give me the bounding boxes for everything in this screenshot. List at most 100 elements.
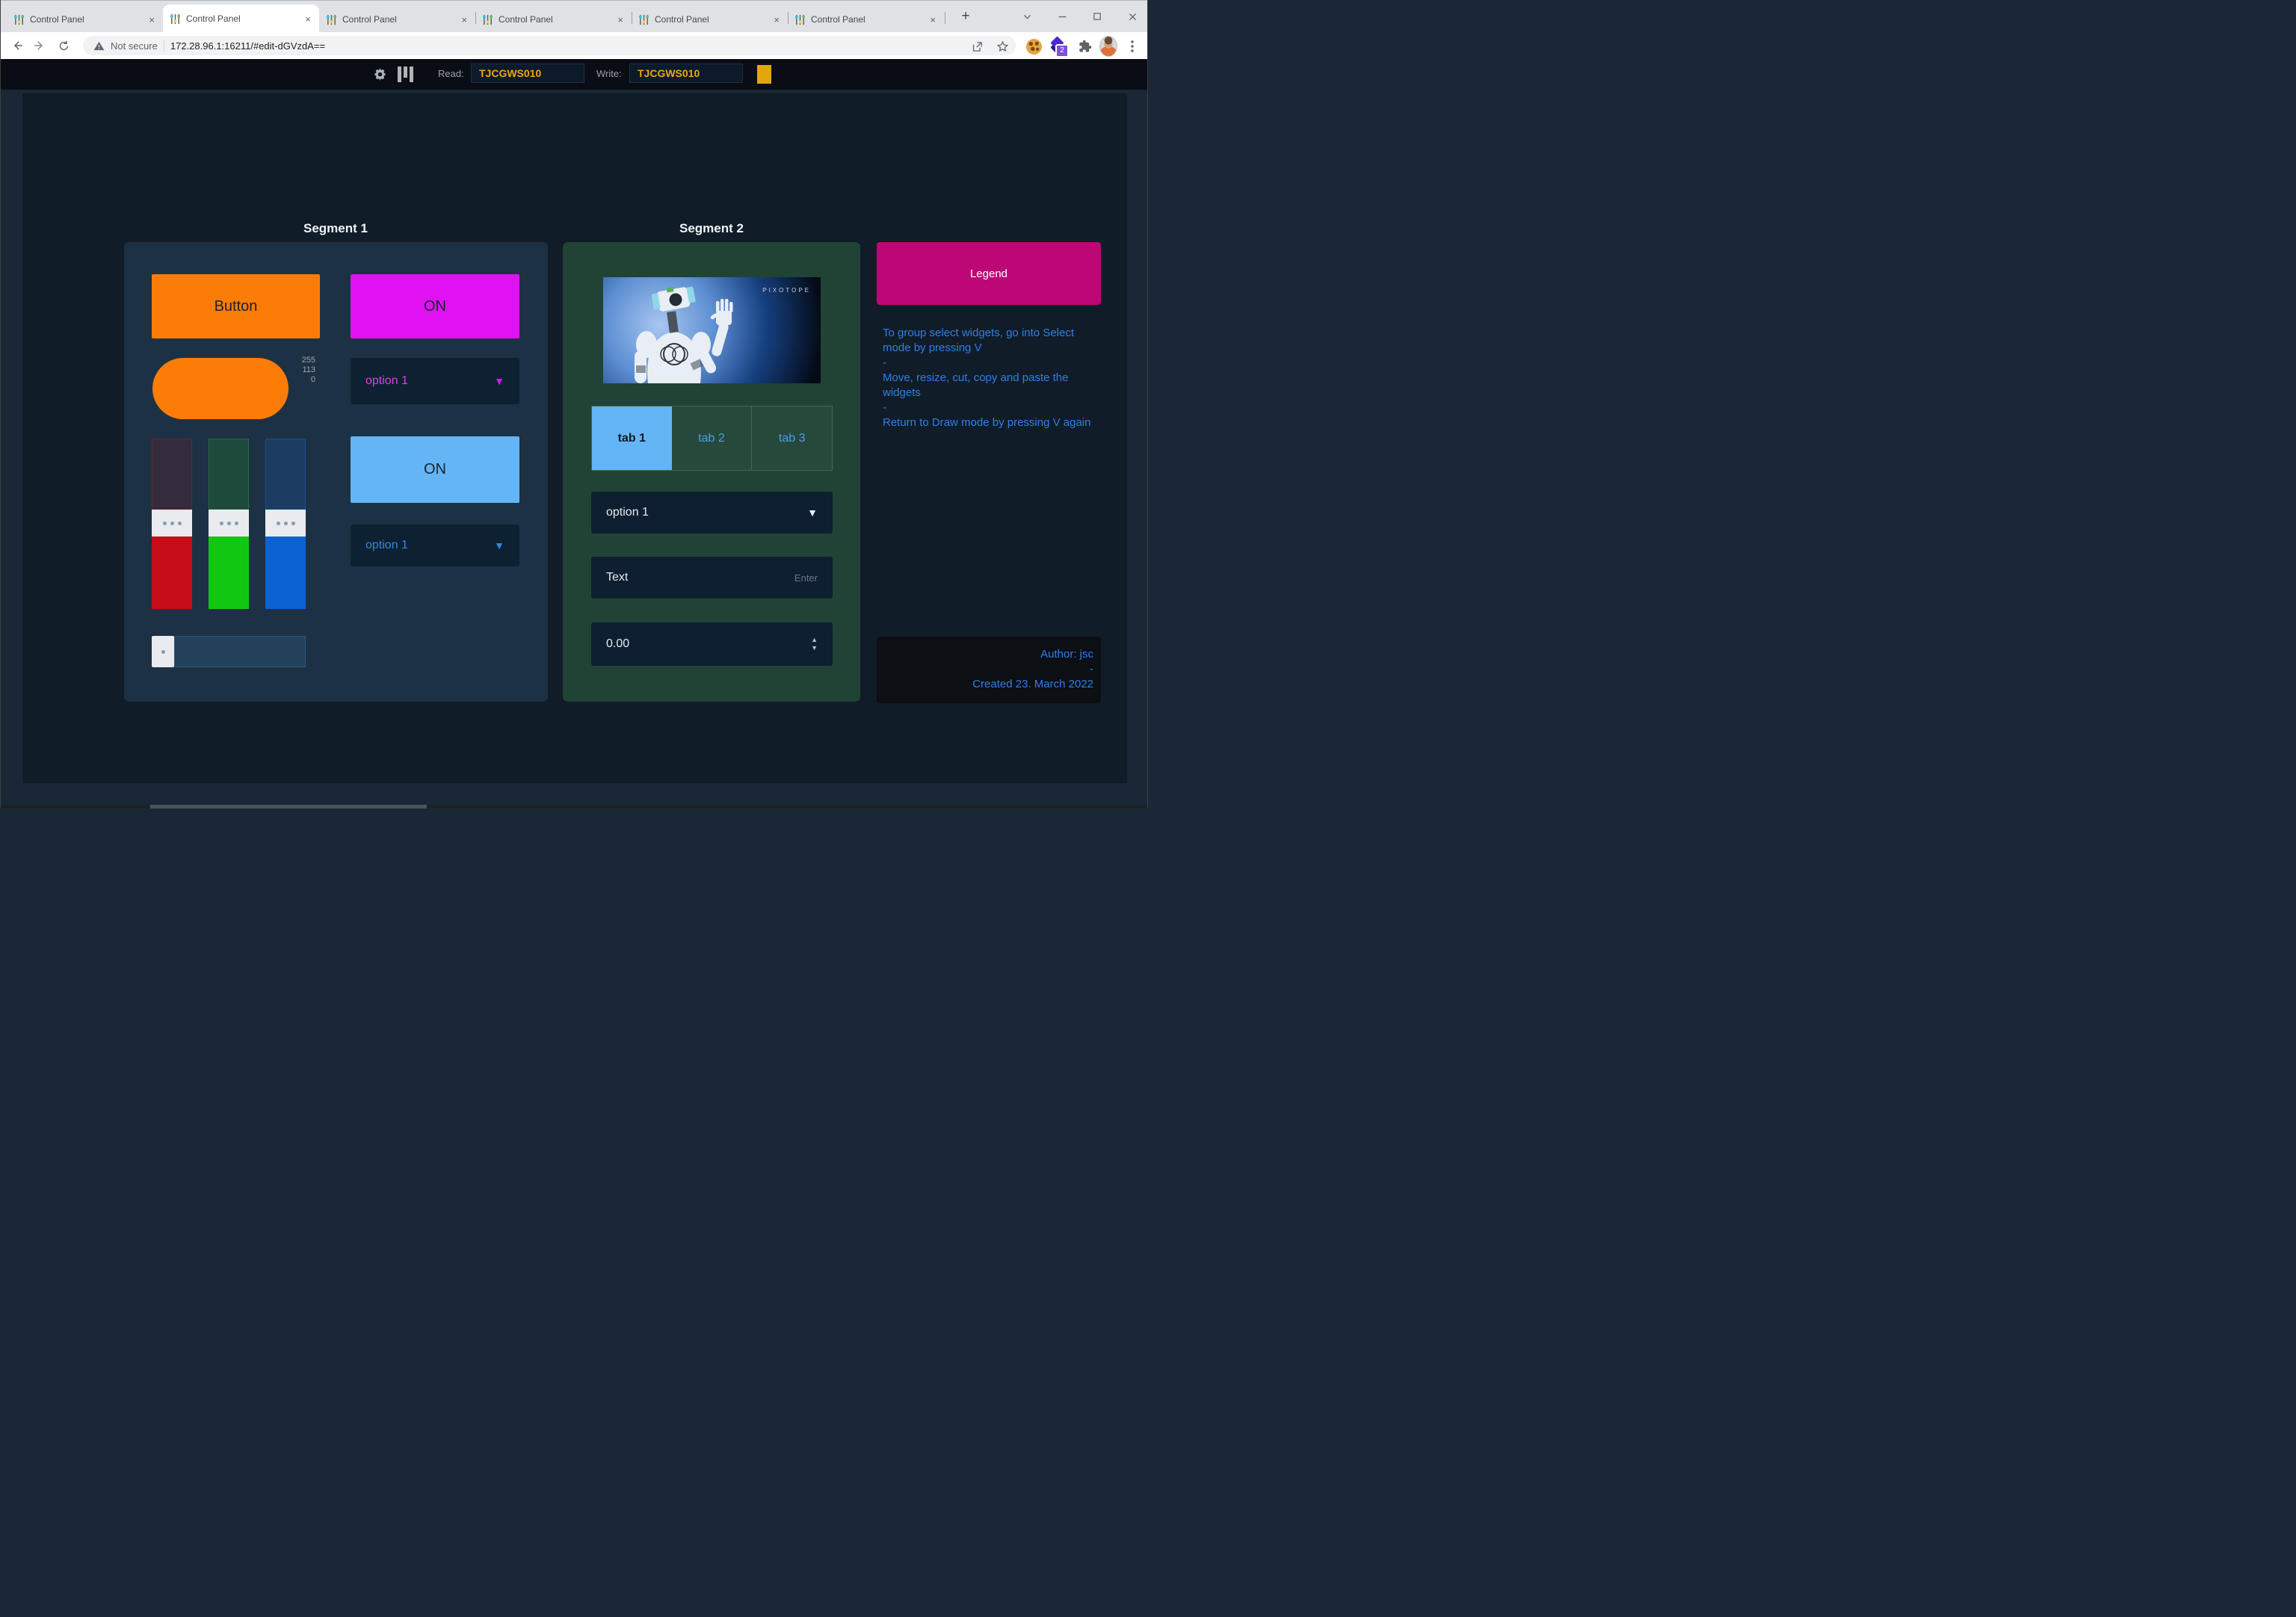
- rgb-b-value: 0: [290, 375, 315, 385]
- tab-title: Control Panel: [499, 14, 611, 25]
- tab-3[interactable]: tab 3: [752, 406, 832, 470]
- push-button[interactable]: Button: [152, 274, 320, 338]
- read-input[interactable]: [471, 64, 584, 83]
- tab-title: Control Panel: [342, 14, 454, 25]
- dropdown-white[interactable]: option 1 ▼: [591, 492, 833, 534]
- legend-line: Return to Draw mode by pressing V again: [883, 415, 1101, 430]
- tab-group: tab 1 tab 2 tab 3: [591, 406, 833, 471]
- dropdown-magenta[interactable]: option 1 ▼: [351, 358, 519, 404]
- enter-hint: Enter: [794, 572, 818, 584]
- back-icon[interactable]: [10, 38, 25, 53]
- browser-tab[interactable]: Control Panel ×: [788, 7, 944, 31]
- read-label: Read:: [438, 68, 464, 79]
- legend-line: Move, resize, cut, copy and paste the wi…: [883, 371, 1101, 401]
- slider-handle[interactable]: [265, 510, 306, 537]
- profile-avatar[interactable]: [1099, 37, 1117, 55]
- tab-title: Control Panel: [655, 14, 767, 25]
- browser-tab-active[interactable]: Control Panel ×: [163, 4, 319, 33]
- legend-line: -: [883, 356, 1101, 371]
- extension-badge: 2: [1055, 44, 1069, 58]
- horizontal-scrollbar[interactable]: [1, 805, 1147, 808]
- author-line: -: [877, 662, 1093, 677]
- tab-close-icon[interactable]: ×: [147, 14, 156, 25]
- text-input-value: Text: [606, 571, 628, 584]
- browser-menu-icon[interactable]: [1123, 37, 1141, 55]
- gear-icon[interactable]: [372, 67, 387, 81]
- close-window-button[interactable]: [1121, 5, 1144, 28]
- tab-title: Control Panel: [30, 14, 142, 25]
- tab-1[interactable]: tab 1: [592, 406, 672, 470]
- number-input[interactable]: 0.00 ▲ ▼: [591, 622, 833, 666]
- slider-handle[interactable]: [209, 510, 249, 537]
- minimize-button[interactable]: [1051, 5, 1073, 28]
- toggle-button-blue[interactable]: ON: [351, 436, 519, 503]
- maximize-button[interactable]: [1086, 5, 1108, 28]
- tab-close-icon[interactable]: ×: [460, 14, 469, 25]
- legend-text: To group select widgets, go into Select …: [883, 326, 1101, 430]
- not-secure-warning-icon[interactable]: [93, 40, 105, 52]
- legend-header: Legend: [877, 242, 1101, 305]
- slider-track[interactable]: [152, 439, 192, 510]
- cookie-extension-icon[interactable]: [1025, 37, 1043, 55]
- tab-close-icon[interactable]: ×: [616, 14, 625, 25]
- author-line: Author: jsc: [877, 647, 1093, 662]
- new-tab-button[interactable]: +: [956, 7, 975, 26]
- tab-close-icon[interactable]: ×: [928, 14, 937, 25]
- robot-image: PIXOTOPE: [603, 277, 821, 383]
- tab-close-icon[interactable]: ×: [772, 14, 781, 25]
- forward-icon[interactable]: [32, 38, 47, 53]
- slider-track[interactable]: [265, 439, 306, 510]
- control-panel-favicon: [638, 14, 649, 25]
- segment1-title: Segment 1: [186, 221, 485, 236]
- control-panel-favicon: [794, 14, 806, 25]
- url-text[interactable]: 172.28.96.1:16211/#edit-dGVzdA==: [170, 40, 325, 52]
- share-icon[interactable]: [968, 37, 986, 55]
- dashboard-canvas: Segment 1 Segment 2 Button ON 255 113 0 …: [22, 93, 1127, 783]
- chevron-down-icon[interactable]: ▼: [494, 539, 504, 551]
- tab-title: Control Panel: [186, 13, 298, 24]
- browser-tab[interactable]: Control Panel ×: [319, 7, 475, 31]
- tab-search-chevron-icon[interactable]: [1016, 5, 1038, 28]
- tab-close-icon[interactable]: ×: [303, 13, 312, 25]
- stepper-down-icon[interactable]: ▼: [811, 645, 818, 652]
- reload-icon[interactable]: [56, 38, 71, 53]
- status-color-swatch[interactable]: [757, 65, 771, 84]
- extensions-puzzle-icon[interactable]: [1076, 37, 1094, 55]
- widgets-columns-icon[interactable]: [398, 67, 413, 82]
- slider-handle[interactable]: [152, 636, 174, 667]
- rgb-g-value: 113: [290, 365, 315, 375]
- stepper-up-icon[interactable]: ▲: [811, 637, 818, 643]
- slider-fill: [152, 537, 192, 609]
- purple-extension-icon[interactable]: 2: [1049, 37, 1067, 55]
- slider-track[interactable]: [209, 439, 249, 510]
- tab-strip: Control Panel × Control Panel × Control …: [1, 0, 1147, 33]
- dropdown-blue[interactable]: option 1 ▼: [351, 525, 519, 566]
- toggle-button-magenta[interactable]: ON: [351, 274, 519, 338]
- not-secure-label[interactable]: Not secure: [111, 40, 158, 52]
- tab-divider: [788, 12, 789, 24]
- number-stepper[interactable]: ▲ ▼: [811, 637, 818, 652]
- browser-tab[interactable]: Control Panel ×: [7, 7, 163, 31]
- control-panel-favicon: [13, 14, 25, 25]
- color-indicator-pill[interactable]: [152, 358, 288, 419]
- legend-line: -: [883, 401, 1101, 415]
- url-bar: Not secure 172.28.96.1:16211/#edit-dGVzd…: [1, 32, 1147, 59]
- control-panel-page: Segment 1 Segment 2 Button ON 255 113 0 …: [1, 90, 1147, 805]
- browser-tab[interactable]: Control Panel ×: [475, 7, 632, 31]
- bookmark-star-icon[interactable]: [993, 37, 1011, 55]
- scrollbar-thumb[interactable]: [150, 805, 427, 808]
- dropdown-value: option 1: [365, 374, 408, 388]
- address-field[interactable]: Not secure 172.28.96.1:16211/#edit-dGVzd…: [83, 36, 1016, 55]
- tab-2[interactable]: tab 2: [672, 406, 753, 470]
- chevron-down-icon[interactable]: ▼: [807, 507, 818, 519]
- dropdown-value: option 1: [365, 539, 408, 552]
- slider-track[interactable]: [174, 636, 306, 667]
- control-panel-favicon: [326, 14, 337, 25]
- author-line: Created 23. March 2022: [877, 677, 1093, 692]
- rgb-readout: 255 113 0: [290, 356, 315, 385]
- browser-tab[interactable]: Control Panel ×: [632, 7, 788, 31]
- text-input[interactable]: Text Enter: [591, 557, 833, 599]
- chevron-down-icon[interactable]: ▼: [494, 375, 504, 387]
- write-input[interactable]: [629, 64, 743, 83]
- slider-handle[interactable]: [152, 510, 192, 537]
